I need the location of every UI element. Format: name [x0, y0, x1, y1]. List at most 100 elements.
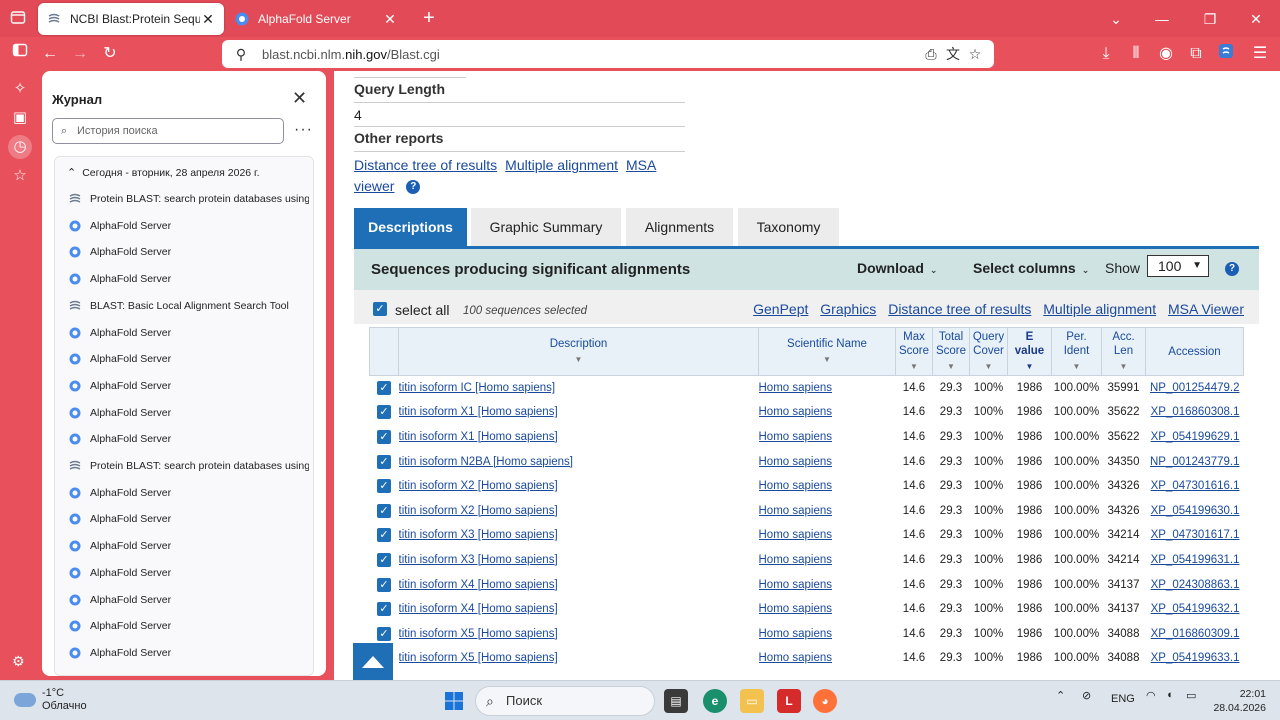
history-item[interactable]: AlphaFold Server [69, 590, 309, 610]
column-header-query-cover[interactable]: Query Cover ▼ [969, 327, 1008, 376]
red-app-icon[interactable]: L [777, 689, 801, 713]
history-item[interactable]: AlphaFold Server [69, 403, 309, 423]
row-checkbox[interactable]: ✓ [377, 429, 391, 444]
history-item[interactable]: AlphaFold Server [69, 536, 309, 556]
help-icon[interactable]: ? [406, 180, 421, 195]
battery-icon[interactable]: ▭ [1186, 689, 1196, 702]
sort-arrow-icon[interactable]: ▼ [1008, 360, 1051, 374]
sort-arrow-icon[interactable]: ▼ [896, 360, 932, 374]
history-item[interactable]: AlphaFold Server [69, 563, 309, 583]
weather-widget[interactable]: -1°C Облачно [14, 687, 87, 713]
history-item[interactable]: AlphaFold Server [69, 509, 309, 529]
restore-icon[interactable]: ❐ [1198, 8, 1222, 30]
row-checkbox[interactable]: ✓ [377, 552, 391, 567]
msa-viewer-link[interactable]: MSA Viewer [1168, 301, 1244, 317]
row-checkbox[interactable]: ✓ [377, 626, 391, 641]
history-item[interactable]: AlphaFold Server [69, 429, 309, 449]
minimize-icon[interactable]: — [1150, 8, 1174, 30]
history-item[interactable]: BLAST: Basic Local Alignment Search Tool [69, 296, 309, 316]
row-checkbox[interactable]: ✓ [377, 528, 391, 543]
accession-link[interactable]: XP_016860309.1 [1151, 628, 1240, 640]
msa-viewer-link[interactable]: viewer [354, 178, 394, 194]
site-info-icon[interactable]: ⚲ [230, 46, 252, 63]
row-checkbox[interactable]: ✓ [377, 503, 391, 518]
column-header-total-score[interactable]: Total Score ▼ [932, 327, 970, 376]
library-icon[interactable]: ⫴ [1124, 42, 1148, 66]
select-all-checkbox[interactable]: ✓ [373, 302, 387, 316]
description-link[interactable]: titin isoform IC [Homo sapiens] [399, 382, 556, 394]
accession-link[interactable]: XP_016860308.1 [1151, 406, 1240, 418]
history-item[interactable]: AlphaFold Server [69, 376, 309, 396]
tab-alphafold[interactable]: AlphaFold Server ✕ [226, 3, 406, 35]
sidebar-toggle-icon[interactable] [8, 42, 32, 66]
reload-icon[interactable]: ↻ [98, 42, 122, 66]
history-item[interactable]: AlphaFold Server [69, 616, 309, 636]
system-clock[interactable]: 22:01 28.04.2026 [1212, 687, 1266, 715]
description-link[interactable]: titin isoform X3 [Homo sapiens] [399, 554, 558, 566]
scientific-name-link[interactable]: Homo sapiens [759, 480, 833, 492]
sort-arrow-icon[interactable]: ▼ [1102, 360, 1145, 374]
scientific-name-link[interactable]: Homo sapiens [759, 406, 833, 418]
accession-link[interactable]: NP_001243779.1 [1150, 456, 1240, 468]
history-item[interactable]: AlphaFold Server [69, 349, 309, 369]
scientific-name-link[interactable]: Homo sapiens [759, 579, 833, 591]
row-checkbox[interactable]: ✓ [377, 602, 391, 617]
scientific-name-link[interactable]: Homo sapiens [759, 529, 833, 541]
description-link[interactable]: titin isoform N2BA [Homo sapiens] [399, 456, 574, 468]
volume-icon[interactable]: ◖ [1166, 689, 1173, 701]
sort-arrow-icon[interactable]: ▼ [1052, 360, 1101, 374]
file-explorer-icon[interactable]: ▭ [740, 689, 764, 713]
genpept-link[interactable]: GenPept [753, 301, 808, 317]
tab-ncbi-blast[interactable]: NCBI Blast:Protein Sequence ✕ [38, 3, 224, 35]
tray-chevron-icon[interactable]: ⌃ [1056, 689, 1065, 702]
column-header-description[interactable]: Description ▼ [398, 327, 759, 376]
description-link[interactable]: titin isoform X2 [Homo sapiens] [399, 505, 558, 517]
tab-alignments[interactable]: Alignments [626, 208, 733, 247]
bookmarks-star-icon[interactable]: ☆ [8, 164, 32, 188]
scientific-name-link[interactable]: Homo sapiens [759, 431, 833, 443]
edge-browser-icon[interactable]: e [703, 689, 727, 713]
msa-link[interactable]: MSA [626, 157, 656, 173]
scientific-name-link[interactable]: Homo sapiens [759, 628, 833, 640]
download-dropdown[interactable]: Download ⌄ [857, 260, 937, 276]
history-item[interactable]: AlphaFold Server [69, 323, 309, 343]
tab-descriptions[interactable]: Descriptions [354, 208, 467, 247]
accession-link[interactable]: XP_054199629.1 [1151, 431, 1240, 443]
accession-link[interactable]: XP_054199630.1 [1151, 505, 1240, 517]
scientific-name-link[interactable]: Homo sapiens [759, 652, 833, 664]
history-date-group[interactable]: ⌃ Сегодня - вторник, 28 апреля 2026 г. [67, 166, 260, 179]
sort-arrow-icon[interactable]: ▼ [970, 360, 1007, 374]
row-checkbox[interactable]: ✓ [377, 381, 391, 396]
description-link[interactable]: titin isoform X5 [Homo sapiens] [399, 628, 558, 640]
history-item[interactable]: AlphaFold Server [69, 483, 309, 503]
description-link[interactable]: titin isoform X2 [Homo sapiens] [399, 480, 558, 492]
scroll-to-top-button[interactable] [353, 643, 393, 680]
history-item[interactable]: AlphaFold Server [69, 216, 309, 236]
back-arrow-icon[interactable]: ← [38, 42, 62, 66]
multiple-alignment-link[interactable]: Multiple alignment [1043, 301, 1156, 317]
column-header-accession[interactable]: Accession [1145, 327, 1244, 376]
description-link[interactable]: titin isoform X4 [Homo sapiens] [399, 603, 558, 615]
accession-link[interactable]: NP_001254479.2 [1150, 382, 1240, 394]
description-link[interactable]: titin isoform X1 [Homo sapiens] [399, 406, 558, 418]
task-view-icon[interactable]: ▤ [664, 689, 688, 713]
bookmark-star-icon[interactable]: ☆ [964, 46, 986, 63]
history-item[interactable]: AlphaFold Server [69, 242, 309, 262]
more-options-icon[interactable]: ··· [294, 121, 313, 139]
select-all-label[interactable]: select all [395, 302, 449, 318]
address-bar[interactable]: ⚲ blast.ncbi.nlm.nih.gov/Blast.cgi ⎙ 文 ☆ [222, 40, 994, 68]
sort-arrow-icon[interactable]: ▼ [759, 353, 895, 367]
url-text[interactable]: blast.ncbi.nlm.nih.gov/Blast.cgi [262, 47, 920, 62]
column-header-max-score[interactable]: Max Score ▼ [895, 327, 933, 376]
new-tab-icon[interactable]: + [418, 8, 440, 30]
select-columns-dropdown[interactable]: Select columns ⌄ [973, 260, 1089, 276]
scientific-name-link[interactable]: Homo sapiens [759, 554, 833, 566]
history-clock-icon[interactable]: ◷ [8, 135, 32, 159]
scientific-name-link[interactable]: Homo sapiens [759, 456, 833, 468]
description-link[interactable]: titin isoform X5 [Homo sapiens] [399, 652, 558, 664]
show-count-select[interactable]: 100 ▼ [1147, 255, 1209, 277]
tab-taxonomy[interactable]: Taxonomy [738, 208, 839, 247]
history-item[interactable]: AlphaFold Server [69, 269, 309, 289]
close-tab-icon[interactable]: ✕ [382, 11, 398, 27]
column-header-e-value[interactable]: Evalue ▼ [1007, 327, 1052, 376]
